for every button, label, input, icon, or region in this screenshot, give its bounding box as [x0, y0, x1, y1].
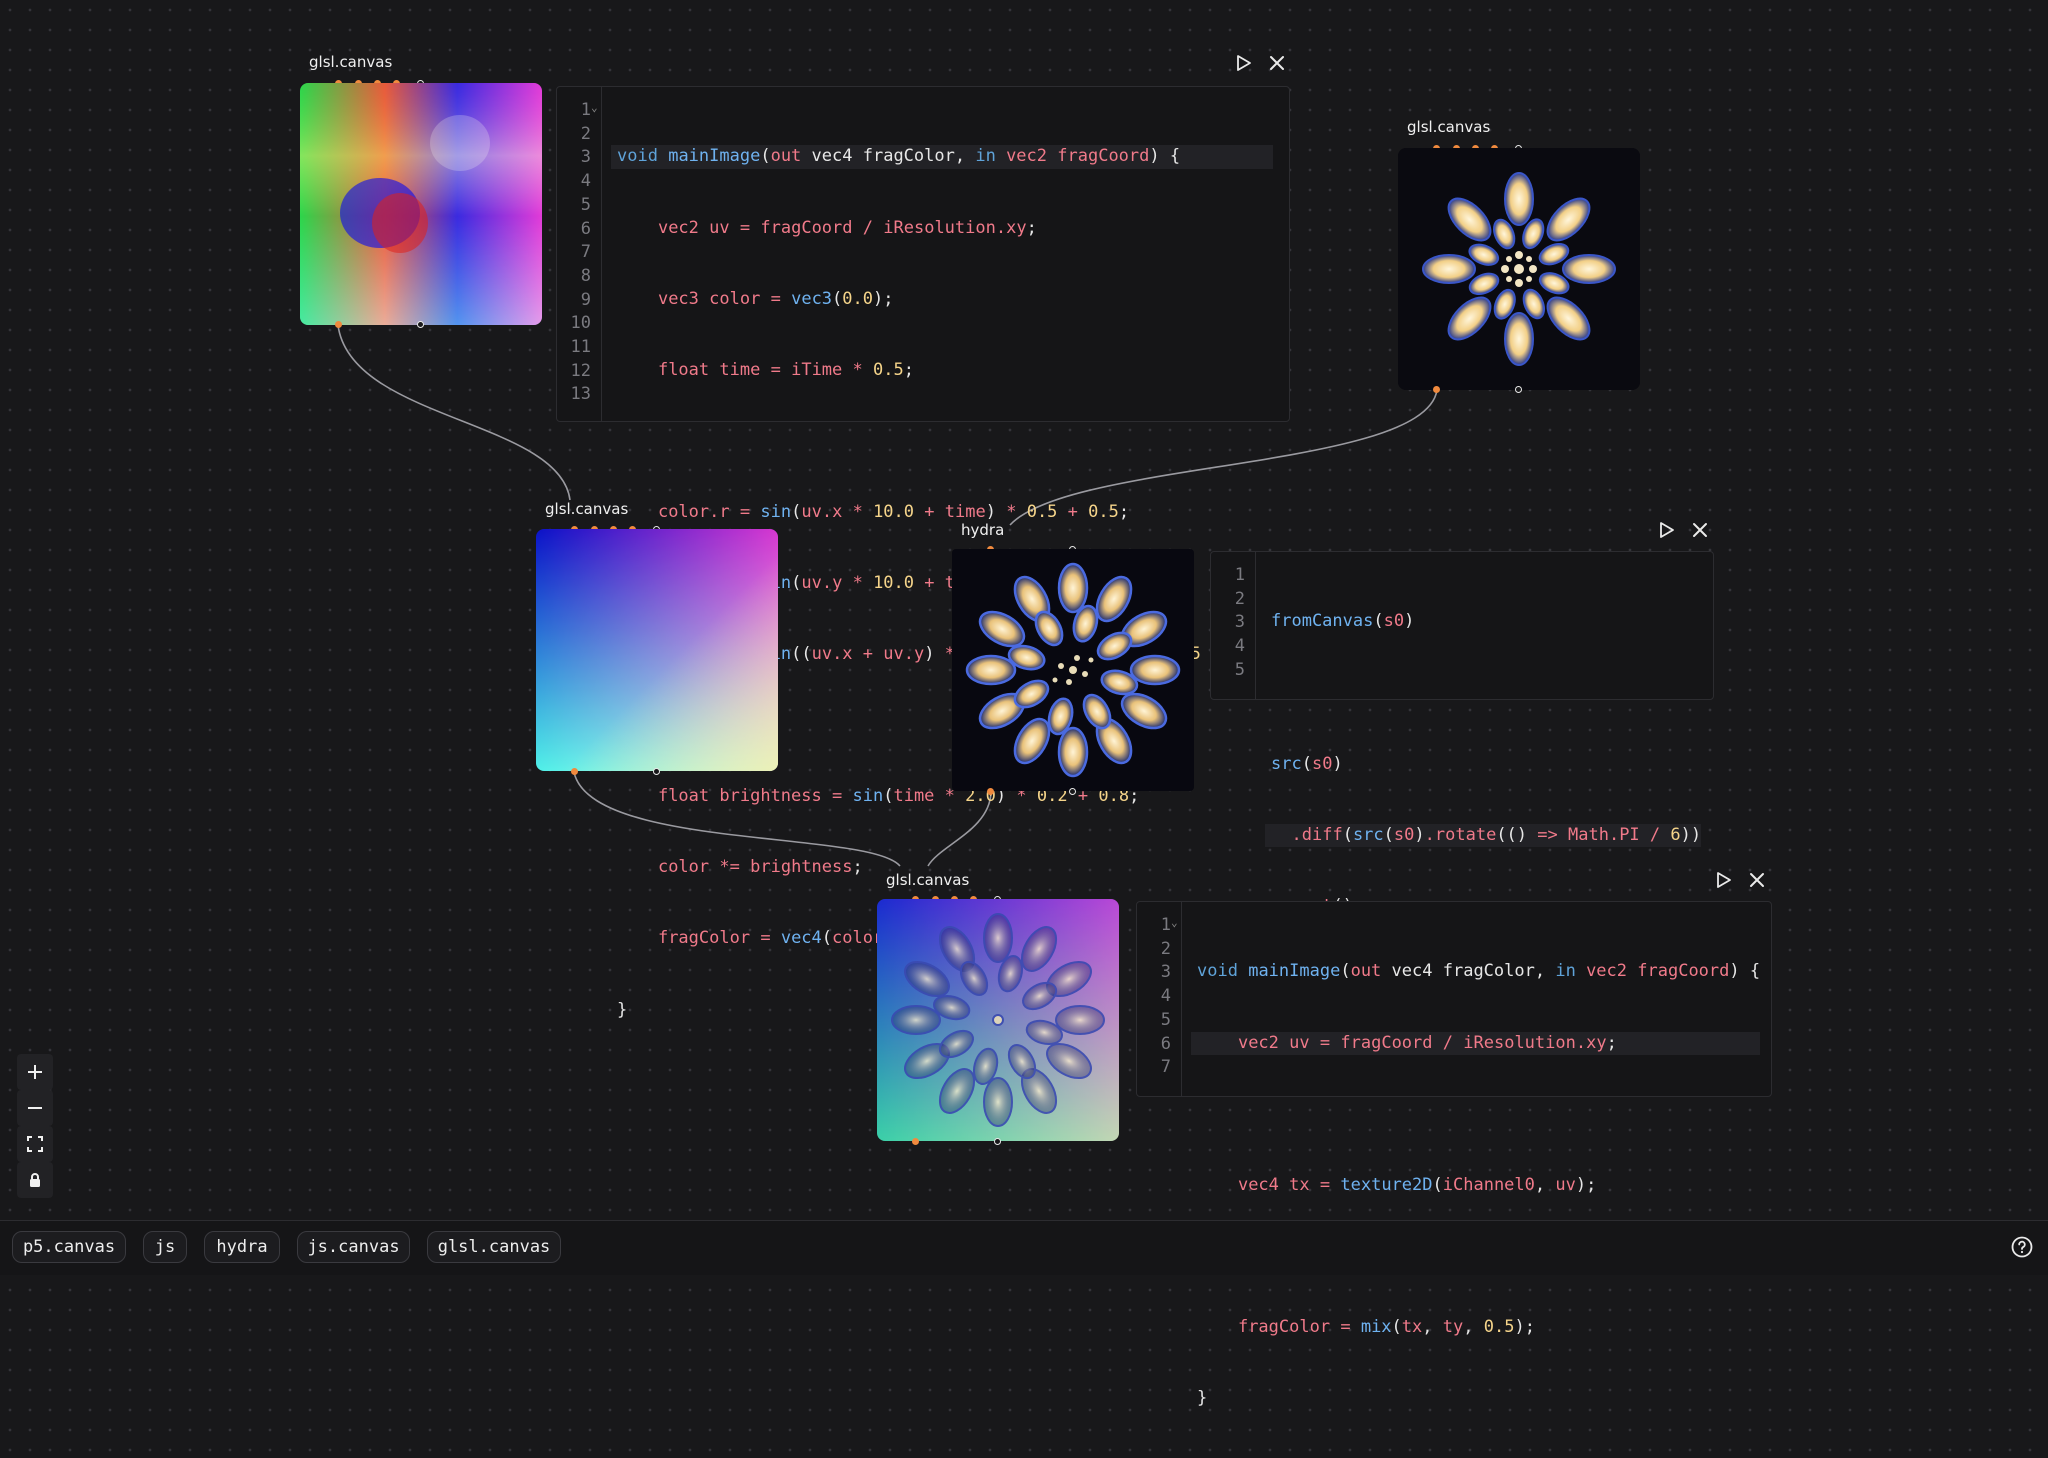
- zoom-out-button[interactable]: [17, 1090, 53, 1126]
- line-number: 5: [580, 194, 591, 215]
- line-number: 3: [580, 147, 591, 168]
- node-title: glsl.canvas: [886, 871, 970, 889]
- outlet-port-message[interactable]: [417, 321, 424, 328]
- shader-preview-canvas: [300, 83, 542, 325]
- hydra-preview-canvas: [952, 549, 1194, 791]
- code-editor-glsl-bottom[interactable]: 1234567 ⌄ void mainImage(out vec4 fragCo…: [1136, 901, 1772, 1408]
- add-glsl-canvas-button[interactable]: glsl.canvas: [427, 1231, 561, 1263]
- line-number: 3: [1234, 612, 1245, 633]
- line-number: 6: [1160, 1033, 1171, 1054]
- node-title: hydra: [961, 521, 1005, 539]
- line-number: 12: [570, 360, 591, 381]
- outlet-port-message[interactable]: [994, 1138, 1001, 1145]
- line-number: 6: [580, 218, 591, 239]
- line-number: 11: [570, 337, 591, 357]
- add-p5-canvas-button[interactable]: p5.canvas: [12, 1231, 126, 1263]
- close-icon[interactable]: [1746, 869, 1768, 891]
- outlet-port[interactable]: [987, 788, 994, 795]
- line-number: 4: [1234, 636, 1245, 657]
- add-js-canvas-button[interactable]: js.canvas: [297, 1231, 410, 1263]
- node-palette-bar: p5.canvas js hydra js.canvas glsl.canvas: [0, 1220, 2048, 1275]
- wire-top-to-mid: [337, 324, 571, 501]
- line-number: 3: [1160, 962, 1171, 983]
- node-title: glsl.canvas: [545, 500, 629, 518]
- fold-chevron-icon[interactable]: ⌄: [1171, 916, 1178, 929]
- line-number: 8: [580, 265, 591, 286]
- line-number: 2: [1234, 588, 1245, 609]
- outlet-port[interactable]: [912, 1138, 919, 1145]
- line-number: 4: [580, 171, 591, 192]
- add-js-button[interactable]: js: [143, 1231, 187, 1263]
- outlet-port-message[interactable]: [1515, 386, 1522, 393]
- line-number: 5: [1234, 659, 1245, 680]
- node-title: glsl.canvas: [309, 53, 393, 71]
- outlet-port[interactable]: [335, 321, 342, 328]
- code-editor-hydra[interactable]: 12345 fromCanvas(s0) src(s0) .diff(src(s…: [1210, 551, 1714, 916]
- lock-button[interactable]: [17, 1162, 53, 1198]
- outlet-port[interactable]: [1433, 386, 1440, 393]
- line-number: 2: [1160, 938, 1171, 959]
- line-number: 2: [580, 123, 591, 144]
- line-number: 4: [1160, 986, 1171, 1007]
- shader-preview-canvas: [536, 529, 778, 771]
- code-area[interactable]: void mainImage(out vec4 fragColor, in ve…: [1191, 913, 1761, 1458]
- shader-preview-canvas: [877, 899, 1119, 1141]
- line-number: 13: [570, 384, 591, 405]
- line-gutter: 1 2 3 4 5 6 7 8 9 10 11 12 13 ⌄: [557, 87, 602, 421]
- fold-chevron-icon[interactable]: ⌄: [591, 101, 598, 114]
- code-editor-glsl-top[interactable]: 1 2 3 4 5 6 7 8 9 10 11 12 13 ⌄ void mainImage(out v…: [556, 86, 1290, 1020]
- line-number: 1: [1160, 915, 1171, 935]
- line-gutter: 1 2 3 45 6 7 ⌄: [1137, 902, 1182, 1096]
- help-icon[interactable]: [2010, 1235, 2034, 1259]
- line-number: 9: [580, 289, 591, 310]
- shader-preview-canvas: [1398, 148, 1640, 390]
- zoom-in-button[interactable]: [17, 1054, 53, 1090]
- minus-icon: [28, 1107, 42, 1109]
- lock-icon: [30, 1173, 40, 1187]
- outlet-port[interactable]: [571, 768, 578, 775]
- line-number: 1: [1234, 565, 1245, 585]
- line-number: 1: [580, 100, 591, 120]
- outlet-port-message[interactable]: [1069, 788, 1076, 795]
- fit-view-button[interactable]: [17, 1126, 53, 1162]
- outlet-port-message[interactable]: [653, 768, 660, 775]
- add-hydra-button[interactable]: hydra: [204, 1231, 280, 1263]
- line-number: 7: [580, 242, 591, 263]
- close-icon[interactable]: [1266, 52, 1288, 74]
- plus-icon: [28, 1065, 42, 1079]
- line-number: 10: [570, 313, 591, 334]
- line-number: 5: [1160, 1009, 1171, 1030]
- line-number: 7: [1160, 1057, 1171, 1078]
- run-play-icon[interactable]: [1712, 869, 1734, 891]
- run-play-icon[interactable]: [1232, 52, 1254, 74]
- node-title: glsl.canvas: [1407, 118, 1491, 136]
- fullscreen-icon: [27, 1136, 43, 1152]
- run-play-icon[interactable]: [1655, 519, 1677, 541]
- line-gutter: 1 2 3 45: [1211, 552, 1256, 699]
- close-icon[interactable]: [1689, 519, 1711, 541]
